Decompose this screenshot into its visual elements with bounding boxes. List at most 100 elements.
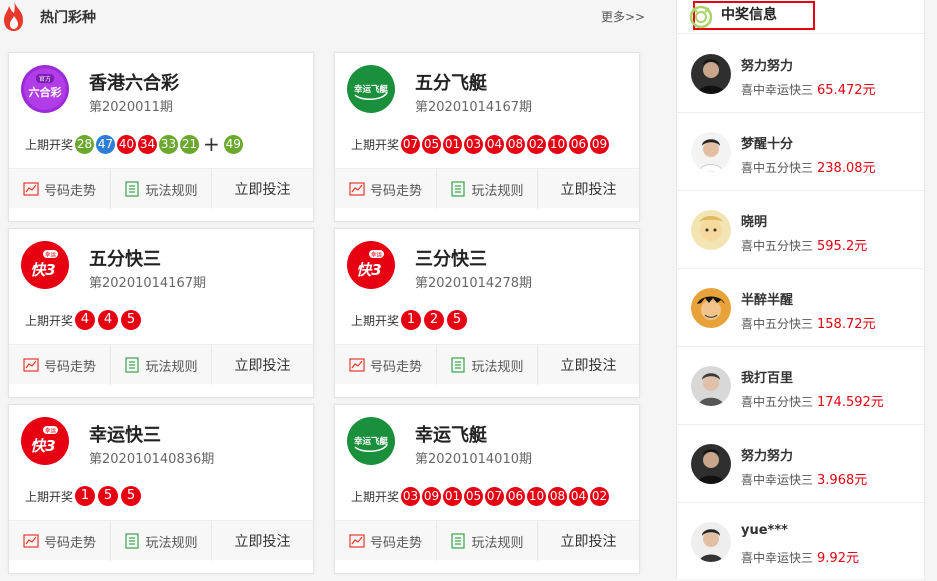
lottery-period: 第2020011期 xyxy=(89,100,173,115)
rules-button[interactable]: 玩法规则 xyxy=(111,169,212,209)
trend-button[interactable]: 号码走势 xyxy=(9,169,111,209)
lottery-period: 第202010140836期 xyxy=(89,452,215,467)
section-header: 热门彩种 更多>> xyxy=(0,0,660,34)
lottery-logo[interactable]: 官方 六合彩 xyxy=(21,65,69,113)
winner-game: 喜中五分快三 xyxy=(741,317,814,331)
svg-text:六合彩: 六合彩 xyxy=(29,85,62,99)
winner-detail: 喜中幸运快三 65.472元 xyxy=(741,79,876,98)
lottery-logo[interactable]: 幸运飞艇 xyxy=(347,417,395,465)
lottery-name[interactable]: 五分快三 xyxy=(89,245,161,271)
winner-amount: 3.968元 xyxy=(817,473,868,488)
winners-header: 中奖信息 xyxy=(677,0,926,34)
trend-button[interactable]: 号码走势 xyxy=(9,521,111,561)
winner-item[interactable]: 晓明 喜中五分快三 595.2元 xyxy=(677,191,926,269)
winner-item[interactable]: 半醉半醒 喜中五分快三 158.72元 xyxy=(677,269,926,347)
trend-icon xyxy=(349,358,365,372)
draw-ball: 34 xyxy=(138,134,158,154)
last-draw-row: 上期开奖 07 05 01 03 04 08 02 10 06 09 xyxy=(351,133,611,155)
trend-icon xyxy=(23,534,39,548)
last-draw-label: 上期开奖 xyxy=(351,137,400,152)
trend-label: 号码走势 xyxy=(43,183,96,199)
last-draw-label: 上期开奖 xyxy=(25,137,74,152)
trend-button[interactable]: 号码走势 xyxy=(335,345,437,385)
avatar xyxy=(691,132,731,172)
winner-game: 喜中五分快三 xyxy=(741,239,814,253)
last-draw-label: 上期开奖 xyxy=(25,313,74,328)
winner-name: yue*** xyxy=(741,523,788,538)
rules-icon xyxy=(125,357,140,373)
draw-ball: 02 xyxy=(527,134,547,154)
lottery-logo[interactable]: 幸运 快3 xyxy=(21,241,69,289)
rules-button[interactable]: 玩法规则 xyxy=(437,521,538,561)
plus-sign: + xyxy=(203,131,220,156)
draw-ball: 08 xyxy=(506,134,526,154)
card-actions: 号码走势 玩法规则 立即投注 xyxy=(9,520,313,561)
last-draw-label: 上期开奖 xyxy=(351,489,400,504)
lottery-logo[interactable]: 幸运 快3 xyxy=(347,241,395,289)
lottery-period: 第20201014167期 xyxy=(415,100,532,115)
trend-label: 号码走势 xyxy=(369,535,422,551)
trend-label: 号码走势 xyxy=(43,535,96,551)
winner-item[interactable]: 努力努力 喜中幸运快三 3.968元 xyxy=(677,425,926,503)
bet-button[interactable]: 立即投注 xyxy=(538,521,639,561)
flame-icon xyxy=(4,1,23,31)
winner-game: 喜中幸运快三 xyxy=(741,473,814,487)
winner-amount: 65.472元 xyxy=(817,83,876,98)
draw-ball: 40 xyxy=(117,134,137,154)
rules-icon xyxy=(451,357,466,373)
more-link[interactable]: 更多>> xyxy=(601,8,645,25)
draw-ball: 04 xyxy=(569,486,589,506)
lottery-name[interactable]: 幸运飞艇 xyxy=(415,421,487,447)
rules-icon xyxy=(451,533,466,549)
rules-icon xyxy=(125,533,140,549)
trend-button[interactable]: 号码走势 xyxy=(335,521,437,561)
rules-button[interactable]: 玩法规则 xyxy=(111,345,212,385)
draw-ball: 2 xyxy=(424,310,445,330)
last-draw-row: 上期开奖 4 4 5 xyxy=(25,309,144,331)
svg-text:幸运: 幸运 xyxy=(45,427,57,435)
draw-ball: 5 xyxy=(447,310,468,330)
winner-item[interactable]: 梦醒十分 喜中五分快三 238.08元 xyxy=(677,113,926,191)
bet-button[interactable]: 立即投注 xyxy=(212,521,313,561)
svg-text:快3: 快3 xyxy=(30,437,55,455)
rules-button[interactable]: 玩法规则 xyxy=(111,521,212,561)
svg-text:幸运飞艇: 幸运飞艇 xyxy=(354,84,389,95)
lottery-card: 幸运 快3 五分快三 第20201014167期 上期开奖 4 4 5 号码走势… xyxy=(8,228,314,398)
rules-button[interactable]: 玩法规则 xyxy=(437,169,538,209)
bet-button[interactable]: 立即投注 xyxy=(538,169,639,209)
lottery-name[interactable]: 五分飞艇 xyxy=(415,69,487,95)
draw-ball: 08 xyxy=(548,486,568,506)
special-ball: 49 xyxy=(223,134,243,154)
draw-ball: 05 xyxy=(422,134,442,154)
trend-icon xyxy=(23,182,39,196)
draw-ball: 28 xyxy=(75,134,95,154)
lottery-period: 第20201014167期 xyxy=(89,276,206,291)
trend-button[interactable]: 号码走势 xyxy=(9,345,111,385)
winner-detail: 喜中五分快三 174.592元 xyxy=(741,391,884,410)
draw-ball: 06 xyxy=(506,486,526,506)
winner-item[interactable]: 努力努力 喜中幸运快三 65.472元 xyxy=(677,35,926,113)
trend-button[interactable]: 号码走势 xyxy=(335,169,437,209)
trend-icon xyxy=(349,534,365,548)
last-draw-row: 上期开奖 1 5 5 xyxy=(25,485,144,507)
trend-icon xyxy=(349,182,365,196)
avatar xyxy=(691,366,731,406)
bet-button[interactable]: 立即投注 xyxy=(212,345,313,385)
bet-button[interactable]: 立即投注 xyxy=(538,345,639,385)
rules-label: 玩法规则 xyxy=(145,183,198,199)
winner-detail: 喜中幸运快三 9.92元 xyxy=(741,547,859,566)
avatar xyxy=(691,288,731,328)
lottery-logo[interactable]: 幸运飞艇 xyxy=(347,65,395,113)
rules-label: 玩法规则 xyxy=(471,535,524,551)
last-draw-label: 上期开奖 xyxy=(351,313,400,328)
winner-item[interactable]: 我打百里 喜中五分快三 174.592元 xyxy=(677,347,926,425)
rules-icon xyxy=(125,181,140,197)
lottery-name[interactable]: 幸运快三 xyxy=(89,421,161,447)
bet-button[interactable]: 立即投注 xyxy=(212,169,313,209)
lottery-logo[interactable]: 幸运 快3 xyxy=(21,417,69,465)
winner-item[interactable]: yue*** 喜中幸运快三 9.92元 xyxy=(677,503,926,581)
lottery-name[interactable]: 香港六合彩 xyxy=(89,69,179,95)
rules-button[interactable]: 玩法规则 xyxy=(437,345,538,385)
lottery-name[interactable]: 三分快三 xyxy=(415,245,487,271)
svg-text:幸运: 幸运 xyxy=(371,251,383,259)
